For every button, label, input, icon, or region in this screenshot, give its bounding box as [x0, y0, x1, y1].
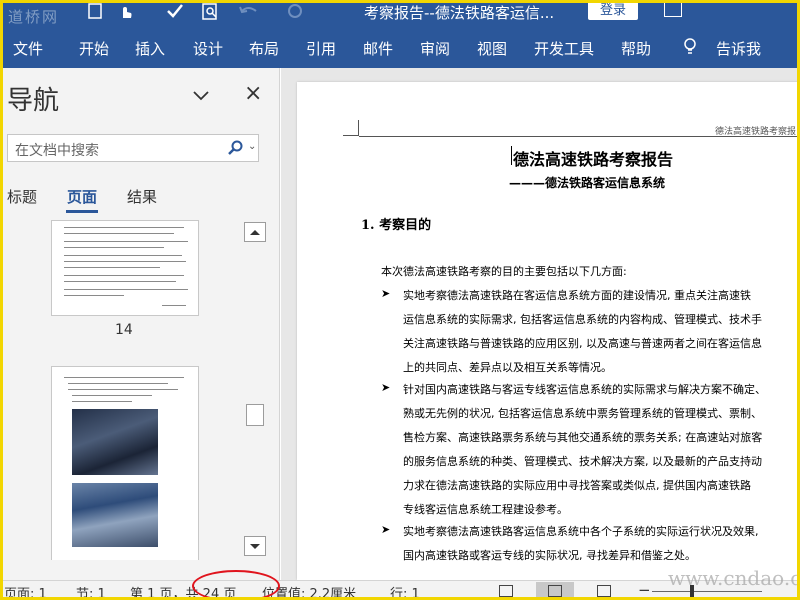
thumbnail-page-number: 14 — [115, 322, 133, 338]
tell-me-search[interactable]: 告诉我 — [716, 38, 761, 59]
read-mode-icon[interactable] — [487, 582, 525, 600]
page-header-text: 德法高速铁路考察报 — [715, 127, 797, 137]
web-layout-icon[interactable] — [585, 582, 623, 600]
share-icon[interactable] — [664, 1, 682, 17]
bullet-line: 关注高速铁路与普速铁路的应用区别, 以及高速与普速两者之间在客运信息 — [403, 337, 762, 350]
print-layout-icon[interactable] — [536, 582, 574, 600]
page-thumbnails: 14 — [0, 220, 240, 560]
site-watermark: www.cndao.com — [668, 566, 800, 590]
zoom-out-icon[interactable]: − — [638, 581, 651, 599]
nav-tab-results[interactable]: 结果 — [127, 186, 157, 207]
spelling-check-icon[interactable] — [166, 3, 184, 23]
search-options-icon[interactable]: ⌄ — [248, 141, 256, 152]
bullet-line: 针对国内高速铁路与客运专线客运信息系统的实际需求与解决方案不确定、 — [403, 383, 766, 396]
tab-references[interactable]: 引用 — [306, 38, 336, 59]
tab-view[interactable]: 视图 — [477, 38, 507, 59]
active-tab-indicator — [66, 210, 98, 213]
thumbnail-photo — [72, 483, 158, 547]
navigation-pane: 导航 × 在文档中搜索 ⌄ 标题 页面 结果 14 — [0, 68, 280, 580]
thumbnail-scrollbar[interactable] — [244, 220, 266, 560]
intro-paragraph: 本次德法高速铁路考察的目的主要包括以下几方面: — [381, 265, 627, 278]
nav-tab-pages[interactable]: 页面 — [67, 186, 97, 207]
bullet-line: 力求在德法高速铁路的实际应用中寻找答案或类似点, 提供国内高速铁路 — [403, 479, 751, 492]
page-thumbnail[interactable] — [51, 220, 199, 316]
lightbulb-icon[interactable] — [683, 38, 697, 56]
bullet-line: 的服务信息系统的种类、管理模式、技术解决方案, 以及最新的产品支持动 — [403, 455, 762, 468]
zoom-slider[interactable] — [652, 591, 762, 592]
highlight-annotation-oval — [192, 570, 280, 600]
bullet-line: 上的共同点、差异点以及相互关系等情况。 — [403, 361, 612, 374]
section-heading: 1. 考察目的 — [361, 218, 432, 233]
tab-review[interactable]: 审阅 — [420, 38, 450, 59]
scroll-up-button[interactable] — [244, 222, 266, 242]
nav-tab-headings[interactable]: 标题 — [7, 186, 37, 207]
tab-file[interactable]: 文件 — [13, 38, 43, 59]
bullet-line: 运信息系统的实际需求, 包括客运信息系统的内容构成、管理模式、技术手 — [403, 313, 762, 326]
tab-layout[interactable]: 布局 — [249, 38, 279, 59]
search-placeholder: 在文档中搜索 — [15, 143, 99, 159]
bullet-line: 实地考察德法高速铁路客运信息系统中各个子系统的实际运行状况及效果, — [403, 525, 759, 538]
touch-mode-icon[interactable] — [118, 3, 134, 23]
document-subtitle: ———德法铁路客运信息系统 — [509, 176, 666, 190]
status-line[interactable]: 行: 1 — [390, 583, 420, 600]
nav-pane-title: 导航 — [7, 86, 60, 116]
document-title: 德法高速铁路考察报告 — [513, 150, 674, 169]
bullet-arrow-icon: ➤ — [381, 523, 391, 536]
tab-help[interactable]: 帮助 — [621, 38, 651, 59]
bullet-line: 售检方案、高速铁路票务系统与其他交通系统的票务关系; 在高速站对旅客 — [403, 431, 763, 444]
bullet-line: 熟或无先例的状况, 包括客运信息系统中票务管理系统的管理模式、票制、 — [403, 407, 762, 420]
new-document-icon[interactable] — [88, 3, 102, 23]
ribbon-tabs: 文件 开始 插入 设计 布局 引用 邮件 审阅 视图 开发工具 帮助 告诉我 — [0, 26, 800, 68]
document-area: 德法高速铁路考察报 德法高速铁路考察报告 ———德法铁路客运信息系统 1. 考察… — [281, 68, 800, 580]
bullet-arrow-icon: ➤ — [381, 381, 391, 394]
status-page[interactable]: 页面: 1 — [4, 583, 47, 600]
thumbnail-photo — [72, 409, 158, 475]
window-title: 考察报告--德法铁路客运信... — [364, 4, 555, 22]
bullet-line: 实地考察德法高速铁路在客运信息系统方面的建设情况, 重点关注高速铁 — [403, 289, 751, 302]
bullet-arrow-icon: ➤ — [381, 287, 391, 300]
text-cursor — [511, 146, 512, 165]
watermark-logo: 道桥网 — [8, 8, 60, 26]
tab-home[interactable]: 开始 — [79, 38, 109, 59]
undo-icon[interactable] — [238, 3, 260, 23]
chevron-down-icon[interactable] — [192, 88, 210, 102]
search-input[interactable]: 在文档中搜索 ⌄ — [7, 134, 259, 162]
document-page[interactable]: 德法高速铁路考察报 德法高速铁路考察报告 ———德法铁路客运信息系统 1. 考察… — [297, 82, 800, 580]
bullet-line: 专线客运信息系统工程建设参考。 — [403, 503, 568, 516]
page-thumbnail[interactable] — [51, 366, 199, 560]
title-bar: 道桥网 考察报告--德法铁路客运信... 登录 — [0, 0, 800, 26]
status-section[interactable]: 节: 1 — [76, 583, 106, 600]
scrollbar-thumb[interactable] — [246, 404, 264, 426]
bullet-line: 国内高速铁路或客运专线的实际状况, 寻找差异和借鉴之处。 — [403, 549, 696, 562]
tab-design[interactable]: 设计 — [193, 38, 223, 59]
search-icon[interactable] — [228, 140, 244, 156]
redo-icon[interactable] — [286, 3, 304, 23]
print-preview-icon[interactable] — [202, 3, 220, 25]
tab-mailings[interactable]: 邮件 — [363, 38, 393, 59]
login-button[interactable]: 登录 — [588, 1, 638, 20]
header-corner-mark — [343, 120, 359, 136]
scroll-down-button[interactable] — [244, 536, 266, 556]
tab-insert[interactable]: 插入 — [135, 38, 165, 59]
tab-developer[interactable]: 开发工具 — [534, 38, 594, 59]
close-icon[interactable]: × — [244, 83, 262, 105]
